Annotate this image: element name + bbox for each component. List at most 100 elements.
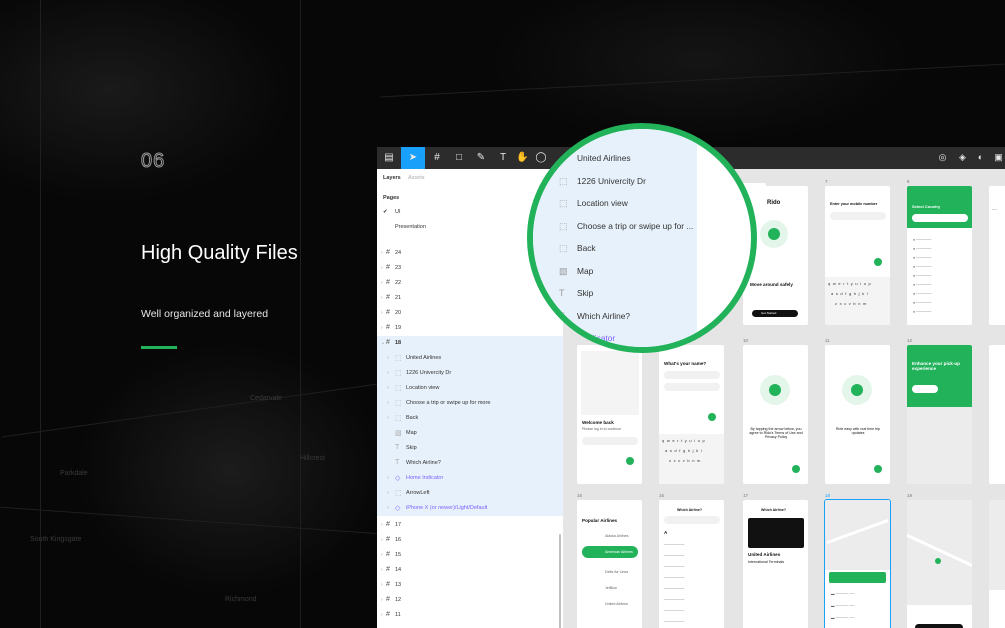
chevron-right-icon[interactable]: ›: [387, 385, 389, 391]
contrast-icon[interactable]: ◐: [975, 152, 986, 163]
tab-assets[interactable]: Assets: [408, 175, 425, 181]
chevron-right-icon[interactable]: ›: [381, 310, 383, 316]
chevron-right-icon[interactable]: ›: [381, 597, 383, 603]
chevron-down-icon[interactable]: ⌄: [381, 340, 385, 346]
chevron-right-icon[interactable]: ›: [381, 295, 383, 301]
layer-frame-12[interactable]: › #12: [377, 593, 563, 608]
screen-edge-partial[interactable]: ──: [989, 186, 1005, 325]
confirm-button[interactable]: [915, 624, 963, 628]
frame-icon: #: [386, 581, 390, 588]
screen-airline-detail[interactable]: Which Airline? United Airlines Internati…: [743, 500, 808, 628]
figma-menu-icon[interactable]: ▤: [383, 152, 395, 164]
chevron-right-icon[interactable]: ›: [381, 537, 383, 543]
screen-whats-name[interactable]: What's your name? qwertyuiop asdfghjkl z…: [659, 345, 724, 484]
chevron-right-icon[interactable]: ›: [381, 612, 383, 618]
layer-child[interactable]: › ⬚ Location view: [377, 381, 563, 396]
layers-scrollbar[interactable]: [559, 534, 561, 628]
text-tool-icon[interactable]: T: [497, 152, 509, 164]
screen-selected-map[interactable]: ▬ ───── ── ▬ ───── ── ▬ ───── ──: [824, 499, 891, 628]
layer-child[interactable]: › ⬚ Back: [377, 411, 563, 426]
layer-label: 21: [395, 295, 402, 301]
screen-edge-partial-3[interactable]: [989, 500, 1005, 628]
frame-tool-icon[interactable]: #: [431, 152, 443, 164]
layer-child[interactable]: › ⬚ United Airlines: [377, 351, 563, 366]
layer-frame-14[interactable]: › #14: [377, 563, 563, 578]
ride-option-selected[interactable]: [829, 572, 886, 583]
airline-name: United Airlines: [748, 552, 781, 557]
chevron-right-icon[interactable]: ›: [387, 400, 389, 406]
page-item-ui[interactable]: ✔ UI: [383, 209, 401, 215]
airline-item[interactable]: Delta Air Lines: [605, 570, 628, 574]
layer-label: 23: [395, 265, 402, 271]
next-arrow-button[interactable]: [792, 465, 800, 473]
enable-button[interactable]: [912, 385, 938, 393]
chevron-right-icon[interactable]: ›: [387, 355, 389, 361]
layer-frame-11[interactable]: › #11: [377, 608, 563, 623]
layer-frame-16[interactable]: › #16: [377, 533, 563, 548]
next-arrow-button[interactable]: [708, 413, 716, 421]
next-arrow-button[interactable]: [626, 457, 634, 465]
chevron-right-icon[interactable]: ›: [381, 250, 383, 256]
chevron-right-icon[interactable]: ›: [387, 370, 389, 376]
layer-child[interactable]: T Which Airline?: [377, 456, 563, 471]
airline-item[interactable]: American Airlines: [605, 550, 633, 554]
airline-item[interactable]: United Airlines: [605, 602, 628, 606]
map-road: [0, 506, 380, 535]
tab-layers[interactable]: Layers: [383, 175, 401, 181]
next-arrow-button[interactable]: [874, 465, 882, 473]
pen-tool-icon[interactable]: ✎: [475, 152, 487, 164]
page-item-presentation[interactable]: Presentation: [383, 224, 426, 230]
layer-child[interactable]: T Skip: [377, 441, 563, 456]
layer-child[interactable]: ▧ Map: [377, 426, 563, 441]
chevron-right-icon[interactable]: ›: [387, 505, 389, 511]
country-search[interactable]: [912, 214, 968, 222]
screen-agree-terms[interactable]: By tapping the arrow below, you agree to…: [743, 345, 808, 484]
chevron-right-icon[interactable]: ›: [381, 582, 383, 588]
first-name-field[interactable]: [664, 371, 720, 379]
email-field[interactable]: [582, 437, 638, 445]
screen-enter-mobile[interactable]: Enter your mobile number qwertyuiop asdf…: [825, 186, 890, 325]
component-icon[interactable]: ◎: [937, 152, 948, 163]
chevron-right-icon[interactable]: ›: [381, 265, 383, 271]
screen-welcome-back[interactable]: Welcome back Please log in to continue: [577, 345, 642, 484]
chevron-right-icon[interactable]: ›: [381, 522, 383, 528]
keyboard-row: zxcvbnm: [835, 301, 869, 306]
airline-item[interactable]: Alaska Airlines: [605, 534, 628, 538]
multiplayer-icon[interactable]: ▣: [993, 152, 1004, 163]
chevron-right-icon[interactable]: ›: [387, 415, 389, 421]
chevron-right-icon[interactable]: ›: [381, 280, 383, 286]
layer-child-component[interactable]: › ◇ Home Indicator: [377, 471, 563, 486]
layer-label: Location view: [406, 385, 440, 391]
chevron-right-icon[interactable]: ›: [387, 475, 389, 481]
chevron-right-icon[interactable]: ›: [381, 567, 383, 573]
airline-search[interactable]: [664, 516, 720, 524]
screen-which-airline-list[interactable]: Which Airline? A ──────── ──────── ───────…: [659, 500, 724, 628]
last-name-field[interactable]: [664, 383, 720, 391]
screen-pickup-map[interactable]: [907, 500, 972, 628]
layer-frame-15[interactable]: › #15: [377, 548, 563, 563]
screen-select-country[interactable]: Select Country ● ────── ● ────── ● ────── ●…: [907, 186, 972, 325]
move-tool-icon[interactable]: ➤: [407, 152, 419, 164]
shape-tool-icon[interactable]: □: [453, 152, 465, 164]
screen-enhance-pickup[interactable]: Enhance your pick-up experience: [907, 345, 972, 484]
layer-child[interactable]: › ⬚ Choose a trip or swipe up for more: [377, 396, 563, 411]
airline-item[interactable]: JetBlue: [605, 586, 617, 590]
screen-ride-updates[interactable]: Ride easy with real time trip updates: [825, 345, 890, 484]
shield-illustration: [760, 220, 788, 248]
mask-icon[interactable]: ◈: [957, 152, 968, 163]
map-road: [1, 383, 379, 438]
layer-child[interactable]: › ⬚ 1226 Univercity Dr: [377, 366, 563, 381]
layer-child[interactable]: › ⬚ ArrowLeft: [377, 486, 563, 501]
hand-tool-icon[interactable]: ✋: [516, 152, 528, 164]
screen-popular-airlines[interactable]: Popular Airlines Alaska Airlines America…: [577, 500, 642, 628]
layer-label: 24: [395, 250, 402, 256]
chevron-right-icon[interactable]: ›: [387, 490, 389, 496]
layer-frame-17[interactable]: › #17: [377, 518, 563, 533]
layer-frame-13[interactable]: › #13: [377, 578, 563, 593]
phone-input[interactable]: [830, 212, 886, 220]
next-arrow-button[interactable]: [874, 258, 882, 266]
chevron-right-icon[interactable]: ›: [381, 325, 383, 331]
chevron-right-icon[interactable]: ›: [381, 552, 383, 558]
layer-child-component[interactable]: › ◇ iPhone X (or newer)/Light/Default: [377, 501, 563, 516]
screen-edge-partial-2[interactable]: [989, 345, 1005, 484]
